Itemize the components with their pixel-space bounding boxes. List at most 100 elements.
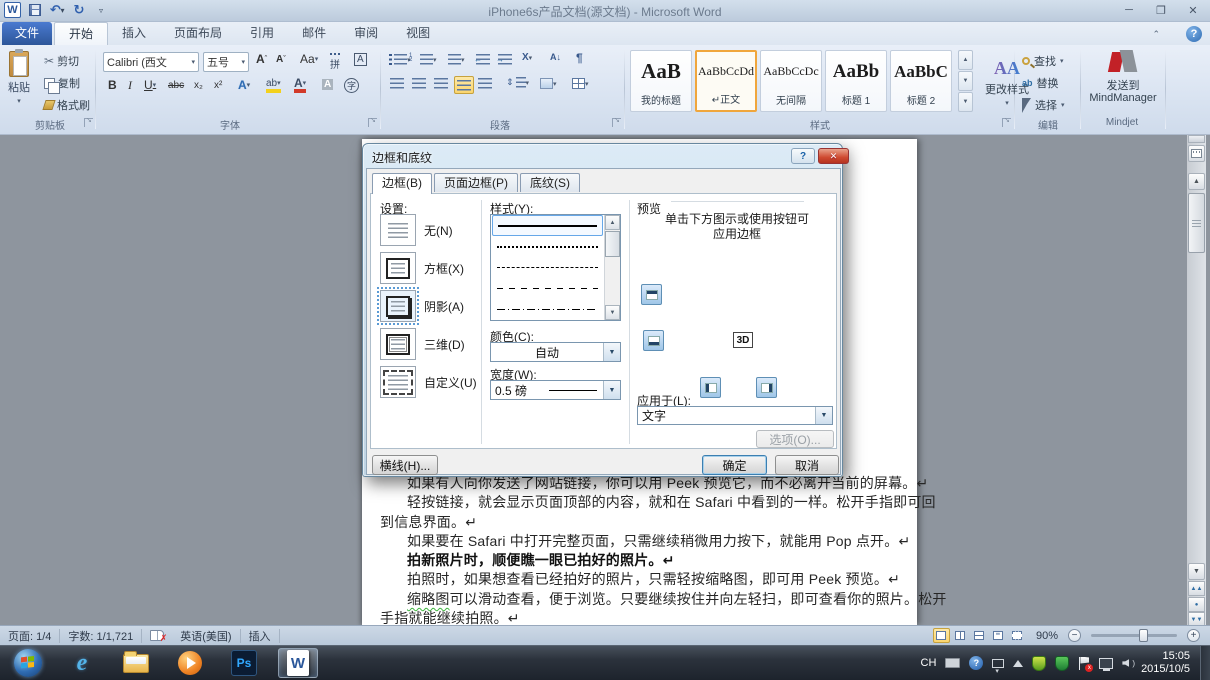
grow-font-button[interactable]: Aˆ bbox=[256, 52, 267, 66]
outline-button[interactable] bbox=[990, 628, 1007, 643]
line-style-scrollbar[interactable]: ▲ ▼ bbox=[604, 215, 620, 320]
justify-button[interactable] bbox=[454, 76, 474, 94]
enclose-characters-button[interactable]: 字 bbox=[344, 78, 359, 93]
browse-object-button[interactable]: ● bbox=[1188, 597, 1205, 612]
flag-icon[interactable]: x bbox=[1078, 656, 1094, 672]
ime-language-icon[interactable]: CH bbox=[921, 657, 937, 669]
align-right-button[interactable] bbox=[434, 78, 448, 89]
copy-button[interactable]: 复制 bbox=[44, 75, 80, 94]
tab-邮件[interactable]: 邮件 bbox=[288, 22, 340, 45]
setting-option[interactable]: 自定义(U) bbox=[380, 366, 477, 398]
font-size-combobox[interactable]: 五号 ▾ bbox=[203, 52, 249, 72]
styles-gallery-open-icon[interactable]: ▼ bbox=[958, 92, 973, 112]
apply-bottom-border-button[interactable] bbox=[643, 330, 664, 351]
font-name-combobox[interactable]: Calibri (西文 ▾ bbox=[103, 52, 199, 72]
redo-button[interactable]: ↻ bbox=[71, 2, 87, 18]
network-icon[interactable] bbox=[1099, 657, 1114, 671]
split-handle[interactable] bbox=[1188, 135, 1205, 143]
save-button[interactable] bbox=[27, 2, 43, 18]
language-indicator[interactable]: 英语(美国) bbox=[172, 626, 239, 645]
send-to-mindmanager-button[interactable]: 发送到 MindManager bbox=[1085, 50, 1161, 122]
color-dropdown-arrow-icon[interactable]: ▼ bbox=[603, 343, 620, 361]
word-count-indicator[interactable]: 字数: 1/1,721 bbox=[60, 626, 141, 645]
align-left-button[interactable] bbox=[390, 78, 404, 89]
borders-and-shading-dialog[interactable]: 边框和底纹 ? ✕ 边框(B) 页面边框(P) 底纹(S) 设置: 无(N) 方框(X… bbox=[362, 143, 849, 477]
color-dropdown[interactable]: 自动 ▼ bbox=[490, 342, 621, 362]
dialog-close-button[interactable]: ✕ bbox=[818, 148, 849, 164]
line-style-scroll-up-icon[interactable]: ▲ bbox=[605, 215, 620, 230]
cancel-button[interactable]: 取消 bbox=[775, 455, 839, 475]
keyboard-icon[interactable] bbox=[945, 658, 961, 668]
borders-button[interactable]: ▾ bbox=[572, 78, 589, 89]
line-style-option[interactable] bbox=[492, 236, 603, 257]
tab-引用[interactable]: 引用 bbox=[236, 22, 288, 45]
full-screen-reading-button[interactable] bbox=[952, 628, 969, 643]
proofing-status[interactable] bbox=[142, 626, 172, 645]
show-hide-marks-button[interactable]: ¶ bbox=[576, 51, 583, 65]
ok-button[interactable]: 确定 bbox=[702, 455, 767, 475]
draft-button[interactable] bbox=[1009, 628, 1026, 643]
taskbar-clock[interactable]: 15:05 2015/10/5 bbox=[1135, 650, 1200, 676]
previous-page-button[interactable]: ▲▲ bbox=[1188, 581, 1205, 596]
tab-file[interactable]: 文件 bbox=[2, 22, 52, 45]
tab-视图[interactable]: 视图 bbox=[392, 22, 444, 45]
tab-页面布局[interactable]: 页面布局 bbox=[160, 22, 236, 45]
style-item[interactable]: AaBb 标题 1 bbox=[825, 50, 887, 112]
scroll-down-button[interactable]: ▼ bbox=[1188, 563, 1205, 580]
setting-option[interactable]: 方框(X) bbox=[380, 252, 477, 284]
zoom-in-button[interactable]: + bbox=[1187, 629, 1200, 642]
style-item[interactable]: AaBbC 标题 2 bbox=[890, 50, 952, 112]
dialog-tab-页面边框(P)[interactable]: 页面边框(P) bbox=[434, 173, 518, 192]
line-spacing-button[interactable]: ⇕ ▾ bbox=[506, 77, 529, 88]
ime-toolbar-icon[interactable] bbox=[992, 658, 1005, 675]
tab-插入[interactable]: 插入 bbox=[108, 22, 160, 45]
word-app-icon[interactable]: W bbox=[4, 2, 21, 18]
scroll-up-button[interactable]: ▲ bbox=[1188, 173, 1205, 190]
zoom-out-button[interactable]: − bbox=[1068, 629, 1081, 642]
print-layout-button[interactable] bbox=[932, 628, 950, 643]
sort-button[interactable]: A↓ bbox=[550, 52, 561, 62]
width-dropdown[interactable]: 0.5 磅 ▼ bbox=[490, 380, 621, 400]
apply-left-border-button[interactable] bbox=[700, 377, 721, 398]
horizontal-line-button[interactable]: 横线(H)... bbox=[372, 455, 438, 475]
underline-button[interactable]: U ▾ bbox=[144, 78, 156, 92]
setting-option[interactable]: 无(N) bbox=[380, 214, 477, 246]
style-item[interactable]: AaBbCcDd ↵正文 bbox=[695, 50, 757, 112]
apply-to-dropdown[interactable]: 文字 ▼ bbox=[637, 406, 833, 425]
security-icon[interactable] bbox=[1055, 655, 1070, 671]
subscript-button[interactable]: x₂ bbox=[194, 80, 203, 91]
antivirus-icon[interactable] bbox=[1032, 655, 1047, 671]
width-dropdown-arrow-icon[interactable]: ▼ bbox=[603, 381, 620, 399]
page-indicator[interactable]: 页面: 1/4 bbox=[0, 626, 59, 645]
character-border-button[interactable]: A bbox=[354, 53, 367, 66]
minimize-ribbon-icon[interactable]: ⌃ bbox=[1152, 29, 1160, 40]
apply-right-border-button[interactable] bbox=[756, 377, 777, 398]
cut-button[interactable]: ✂ 剪切 bbox=[44, 53, 79, 69]
strikethrough-button[interactable]: abc bbox=[168, 80, 184, 91]
tab-审阅[interactable]: 审阅 bbox=[340, 22, 392, 45]
next-page-button[interactable]: ▼▼ bbox=[1188, 612, 1205, 625]
web-layout-button[interactable] bbox=[971, 628, 988, 643]
help-tray-icon[interactable]: ? bbox=[969, 656, 984, 670]
insert-mode-indicator[interactable]: 插入 bbox=[241, 626, 279, 645]
phonetic-guide-button[interactable]: 拼 bbox=[330, 53, 340, 71]
zoom-slider-thumb[interactable] bbox=[1139, 629, 1148, 642]
restore-button[interactable]: ❐ bbox=[1154, 4, 1168, 17]
bold-button[interactable]: B bbox=[108, 78, 117, 92]
minimize-button[interactable]: ─ bbox=[1122, 4, 1136, 17]
character-shading-button[interactable]: A bbox=[322, 79, 334, 90]
tab-开始[interactable]: 开始 bbox=[54, 22, 109, 45]
clipboard-dialog-launcher[interactable] bbox=[84, 116, 93, 127]
setting-option[interactable]: 阴影(A) bbox=[377, 287, 477, 325]
text-effects-button[interactable]: A ▾ bbox=[238, 78, 250, 92]
select-button[interactable]: 选择 ▾ bbox=[1022, 97, 1065, 113]
find-button[interactable]: 查找 ▾ bbox=[1022, 53, 1064, 69]
help-icon[interactable]: ? bbox=[1186, 26, 1202, 42]
customize-qat-button[interactable]: ▿ bbox=[93, 2, 109, 18]
replace-button[interactable]: ab 替换 bbox=[1022, 75, 1059, 91]
photoshop-taskbar-button[interactable]: Ps bbox=[224, 648, 264, 678]
shrink-font-button[interactable]: Aˇ bbox=[276, 54, 286, 65]
line-style-option[interactable] bbox=[492, 257, 603, 278]
word-taskbar-button[interactable] bbox=[278, 648, 318, 678]
multilevel-list-button[interactable]: ▾ bbox=[448, 54, 465, 65]
